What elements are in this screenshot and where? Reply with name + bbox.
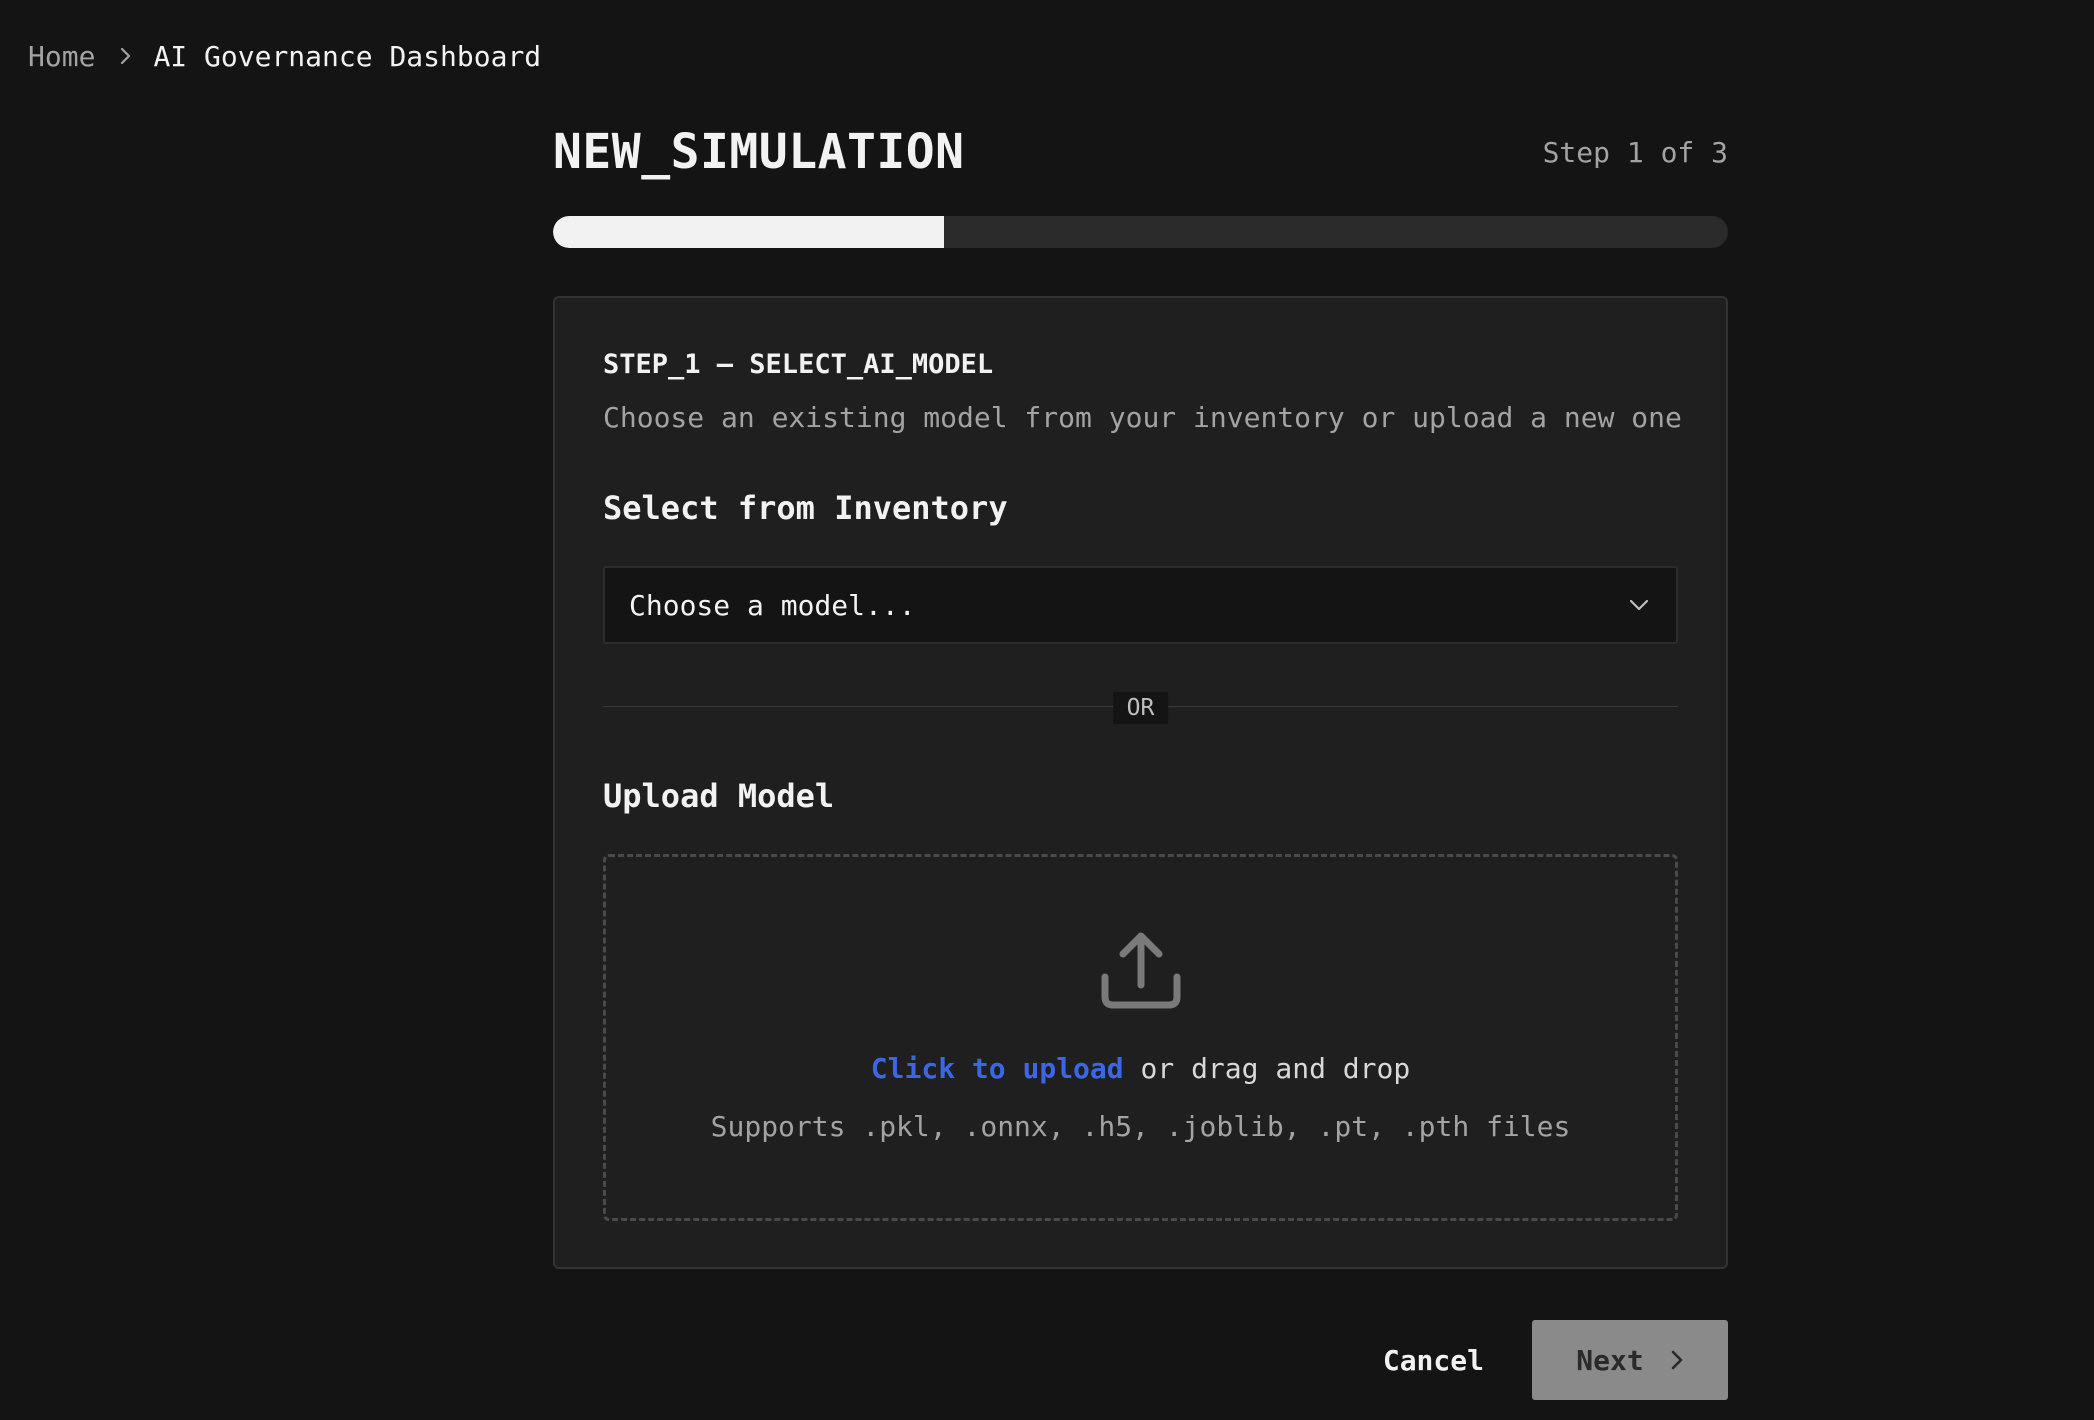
upload-label: Upload Model: [603, 777, 835, 815]
upload-instructions: Click to upload or drag and drop: [871, 1051, 1410, 1087]
breadcrumb: Home AI Governance Dashboard: [28, 38, 541, 74]
or-divider: OR: [603, 692, 1678, 724]
inventory-label: Select from Inventory: [603, 489, 1008, 527]
model-select-value: Choose a model...: [629, 588, 916, 622]
chevron-down-icon: [1628, 598, 1650, 612]
upload-icon: [1099, 927, 1183, 1011]
supported-formats-hint: Supports .pkl, .onnx, .h5, .joblib, .pt,…: [710, 1110, 1571, 1143]
chevron-right-icon: [1670, 1349, 1684, 1371]
drag-drop-text: or drag and drop: [1140, 1052, 1411, 1085]
wizard-header: NEW_SIMULATION Step 1 of 3: [553, 120, 1728, 184]
progress-bar: [553, 216, 1728, 248]
divider-text: OR: [1112, 692, 1169, 724]
breadcrumb-current: AI Governance Dashboard: [153, 39, 542, 73]
step-title: STEP_1 — SELECT_AI_MODEL: [603, 349, 994, 380]
cancel-button[interactable]: Cancel: [1383, 1344, 1484, 1377]
click-to-upload-link[interactable]: Click to upload: [871, 1052, 1124, 1085]
simulation-wizard: NEW_SIMULATION Step 1 of 3 STEP_1 — SELE…: [553, 120, 1728, 1269]
step-indicator: Step 1 of 3: [1542, 135, 1728, 169]
next-button-label: Next: [1576, 1343, 1644, 1377]
breadcrumb-home-link[interactable]: Home: [28, 40, 95, 73]
step-description: Choose an existing model from your inven…: [603, 401, 1682, 434]
step-card: STEP_1 — SELECT_AI_MODEL Choose an exist…: [553, 296, 1728, 1269]
wizard-actions: Cancel Next: [1383, 1320, 1728, 1400]
page-title: NEW_SIMULATION: [553, 124, 965, 180]
chevron-right-icon: [119, 46, 133, 66]
model-select[interactable]: Choose a model...: [603, 566, 1678, 644]
next-button[interactable]: Next: [1532, 1320, 1728, 1400]
upload-dropzone[interactable]: Click to upload or drag and drop Support…: [603, 854, 1678, 1221]
progress-bar-fill: [553, 216, 945, 248]
